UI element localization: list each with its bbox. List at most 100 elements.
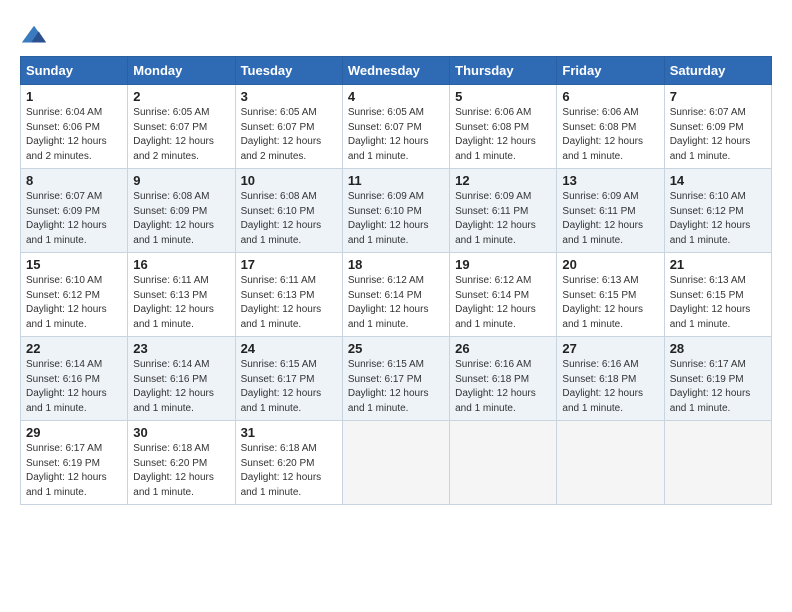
day-number: 12	[455, 173, 551, 188]
day-detail: Sunrise: 6:12 AMSunset: 6:14 PMDaylight:…	[455, 275, 536, 330]
day-number: 17	[241, 257, 337, 272]
day-detail: Sunrise: 6:05 AMSunset: 6:07 PMDaylight:…	[348, 107, 429, 162]
header-day-tuesday: Tuesday	[235, 57, 342, 85]
day-number: 15	[26, 257, 122, 272]
day-number: 24	[241, 341, 337, 356]
day-detail: Sunrise: 6:10 AMSunset: 6:12 PMDaylight:…	[670, 191, 751, 246]
calendar-cell: 16 Sunrise: 6:11 AMSunset: 6:13 PMDaylig…	[128, 253, 235, 337]
day-number: 27	[562, 341, 658, 356]
header-day-wednesday: Wednesday	[342, 57, 449, 85]
day-number: 10	[241, 173, 337, 188]
day-number: 23	[133, 341, 229, 356]
calendar-cell: 23 Sunrise: 6:14 AMSunset: 6:16 PMDaylig…	[128, 337, 235, 421]
calendar-cell: 28 Sunrise: 6:17 AMSunset: 6:19 PMDaylig…	[664, 337, 771, 421]
calendar-cell: 15 Sunrise: 6:10 AMSunset: 6:12 PMDaylig…	[21, 253, 128, 337]
calendar-cell: 5 Sunrise: 6:06 AMSunset: 6:08 PMDayligh…	[450, 85, 557, 169]
day-detail: Sunrise: 6:11 AMSunset: 6:13 PMDaylight:…	[133, 275, 214, 330]
day-number: 18	[348, 257, 444, 272]
day-number: 2	[133, 89, 229, 104]
header-day-thursday: Thursday	[450, 57, 557, 85]
calendar-cell: 26 Sunrise: 6:16 AMSunset: 6:18 PMDaylig…	[450, 337, 557, 421]
calendar-cell: 7 Sunrise: 6:07 AMSunset: 6:09 PMDayligh…	[664, 85, 771, 169]
calendar-table: SundayMondayTuesdayWednesdayThursdayFrid…	[20, 56, 772, 505]
logo-icon	[20, 22, 48, 50]
day-number: 25	[348, 341, 444, 356]
day-number: 13	[562, 173, 658, 188]
calendar-cell	[557, 421, 664, 505]
day-number: 30	[133, 425, 229, 440]
day-detail: Sunrise: 6:16 AMSunset: 6:18 PMDaylight:…	[562, 359, 643, 414]
day-detail: Sunrise: 6:04 AMSunset: 6:06 PMDaylight:…	[26, 107, 107, 162]
day-number: 9	[133, 173, 229, 188]
day-detail: Sunrise: 6:15 AMSunset: 6:17 PMDaylight:…	[241, 359, 322, 414]
header-day-friday: Friday	[557, 57, 664, 85]
day-detail: Sunrise: 6:07 AMSunset: 6:09 PMDaylight:…	[26, 191, 107, 246]
day-number: 22	[26, 341, 122, 356]
day-detail: Sunrise: 6:12 AMSunset: 6:14 PMDaylight:…	[348, 275, 429, 330]
day-detail: Sunrise: 6:09 AMSunset: 6:11 PMDaylight:…	[562, 191, 643, 246]
calendar-cell: 1 Sunrise: 6:04 AMSunset: 6:06 PMDayligh…	[21, 85, 128, 169]
calendar-cell: 11 Sunrise: 6:09 AMSunset: 6:10 PMDaylig…	[342, 169, 449, 253]
day-detail: Sunrise: 6:17 AMSunset: 6:19 PMDaylight:…	[26, 443, 107, 498]
calendar-cell: 21 Sunrise: 6:13 AMSunset: 6:15 PMDaylig…	[664, 253, 771, 337]
day-detail: Sunrise: 6:09 AMSunset: 6:10 PMDaylight:…	[348, 191, 429, 246]
day-detail: Sunrise: 6:08 AMSunset: 6:09 PMDaylight:…	[133, 191, 214, 246]
day-number: 19	[455, 257, 551, 272]
day-number: 6	[562, 89, 658, 104]
logo	[20, 22, 52, 50]
day-detail: Sunrise: 6:10 AMSunset: 6:12 PMDaylight:…	[26, 275, 107, 330]
day-detail: Sunrise: 6:06 AMSunset: 6:08 PMDaylight:…	[455, 107, 536, 162]
week-row-3: 15 Sunrise: 6:10 AMSunset: 6:12 PMDaylig…	[21, 253, 772, 337]
day-number: 11	[348, 173, 444, 188]
calendar-cell: 17 Sunrise: 6:11 AMSunset: 6:13 PMDaylig…	[235, 253, 342, 337]
calendar-cell: 9 Sunrise: 6:08 AMSunset: 6:09 PMDayligh…	[128, 169, 235, 253]
day-detail: Sunrise: 6:05 AMSunset: 6:07 PMDaylight:…	[133, 107, 214, 162]
calendar-cell: 29 Sunrise: 6:17 AMSunset: 6:19 PMDaylig…	[21, 421, 128, 505]
calendar-cell: 24 Sunrise: 6:15 AMSunset: 6:17 PMDaylig…	[235, 337, 342, 421]
day-number: 5	[455, 89, 551, 104]
calendar-cell: 18 Sunrise: 6:12 AMSunset: 6:14 PMDaylig…	[342, 253, 449, 337]
calendar-cell: 4 Sunrise: 6:05 AMSunset: 6:07 PMDayligh…	[342, 85, 449, 169]
day-detail: Sunrise: 6:09 AMSunset: 6:11 PMDaylight:…	[455, 191, 536, 246]
calendar-cell: 25 Sunrise: 6:15 AMSunset: 6:17 PMDaylig…	[342, 337, 449, 421]
day-number: 28	[670, 341, 766, 356]
calendar-cell: 10 Sunrise: 6:08 AMSunset: 6:10 PMDaylig…	[235, 169, 342, 253]
calendar-cell: 22 Sunrise: 6:14 AMSunset: 6:16 PMDaylig…	[21, 337, 128, 421]
week-row-2: 8 Sunrise: 6:07 AMSunset: 6:09 PMDayligh…	[21, 169, 772, 253]
day-number: 3	[241, 89, 337, 104]
day-detail: Sunrise: 6:14 AMSunset: 6:16 PMDaylight:…	[26, 359, 107, 414]
day-detail: Sunrise: 6:08 AMSunset: 6:10 PMDaylight:…	[241, 191, 322, 246]
header-day-sunday: Sunday	[21, 57, 128, 85]
calendar-cell: 20 Sunrise: 6:13 AMSunset: 6:15 PMDaylig…	[557, 253, 664, 337]
calendar-cell: 31 Sunrise: 6:18 AMSunset: 6:20 PMDaylig…	[235, 421, 342, 505]
week-row-1: 1 Sunrise: 6:04 AMSunset: 6:06 PMDayligh…	[21, 85, 772, 169]
calendar-cell: 27 Sunrise: 6:16 AMSunset: 6:18 PMDaylig…	[557, 337, 664, 421]
day-number: 7	[670, 89, 766, 104]
day-detail: Sunrise: 6:18 AMSunset: 6:20 PMDaylight:…	[133, 443, 214, 498]
day-number: 16	[133, 257, 229, 272]
day-detail: Sunrise: 6:07 AMSunset: 6:09 PMDaylight:…	[670, 107, 751, 162]
header	[20, 18, 772, 50]
day-number: 21	[670, 257, 766, 272]
calendar-cell: 8 Sunrise: 6:07 AMSunset: 6:09 PMDayligh…	[21, 169, 128, 253]
header-day-saturday: Saturday	[664, 57, 771, 85]
calendar-cell: 6 Sunrise: 6:06 AMSunset: 6:08 PMDayligh…	[557, 85, 664, 169]
calendar-cell: 2 Sunrise: 6:05 AMSunset: 6:07 PMDayligh…	[128, 85, 235, 169]
week-row-4: 22 Sunrise: 6:14 AMSunset: 6:16 PMDaylig…	[21, 337, 772, 421]
calendar-cell: 30 Sunrise: 6:18 AMSunset: 6:20 PMDaylig…	[128, 421, 235, 505]
day-detail: Sunrise: 6:06 AMSunset: 6:08 PMDaylight:…	[562, 107, 643, 162]
day-number: 14	[670, 173, 766, 188]
calendar-cell	[664, 421, 771, 505]
day-detail: Sunrise: 6:14 AMSunset: 6:16 PMDaylight:…	[133, 359, 214, 414]
day-detail: Sunrise: 6:13 AMSunset: 6:15 PMDaylight:…	[562, 275, 643, 330]
header-day-monday: Monday	[128, 57, 235, 85]
day-number: 26	[455, 341, 551, 356]
calendar-cell: 14 Sunrise: 6:10 AMSunset: 6:12 PMDaylig…	[664, 169, 771, 253]
day-number: 1	[26, 89, 122, 104]
day-number: 20	[562, 257, 658, 272]
day-detail: Sunrise: 6:17 AMSunset: 6:19 PMDaylight:…	[670, 359, 751, 414]
calendar-cell	[342, 421, 449, 505]
day-detail: Sunrise: 6:15 AMSunset: 6:17 PMDaylight:…	[348, 359, 429, 414]
calendar-cell: 3 Sunrise: 6:05 AMSunset: 6:07 PMDayligh…	[235, 85, 342, 169]
day-detail: Sunrise: 6:16 AMSunset: 6:18 PMDaylight:…	[455, 359, 536, 414]
